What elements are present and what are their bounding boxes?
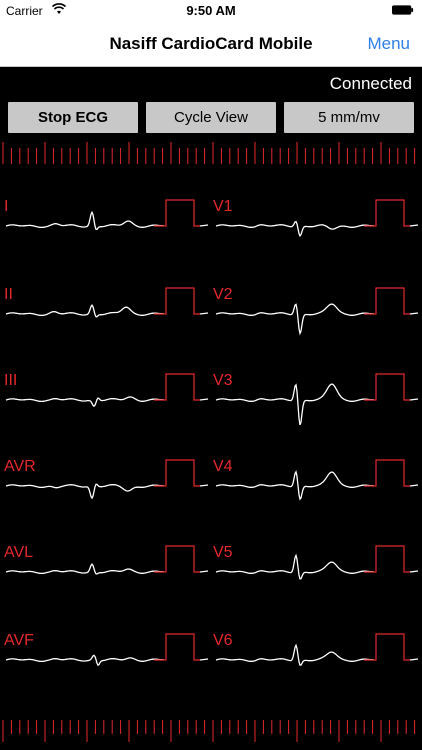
calibration-pulse — [154, 199, 200, 227]
ecg-trace-tail — [409, 570, 419, 573]
calibration-pulse — [154, 633, 200, 661]
ecg-trace-tail — [199, 224, 209, 227]
lead-label-ii: II — [4, 286, 13, 303]
ecg-trace-tail — [199, 312, 209, 315]
ecg-trace-tail — [199, 570, 209, 573]
lead-label-v2: V2 — [213, 286, 233, 303]
ecg-display: I II III AVR AVL AVF V1 V2 V3 V4 V5 V6 — [0, 190, 422, 710]
status-bar: Carrier 9:50 AM — [0, 0, 422, 22]
ecg-traces — [5, 199, 419, 667]
clock: 9:50 AM — [186, 3, 236, 18]
lead-label-v5: V5 — [213, 544, 233, 561]
ecg-trace-tail — [199, 658, 209, 661]
ecg-trace-tail — [409, 398, 419, 401]
stop-ecg-button[interactable]: Stop ECG — [8, 102, 138, 133]
calibration-pulse — [364, 373, 410, 401]
ecg-trace-tail — [409, 224, 419, 227]
calibration-pulse — [364, 633, 410, 661]
lead-label-iii: III — [4, 372, 18, 389]
lead-label-v1: V1 — [213, 198, 233, 215]
ecg-trace — [215, 470, 374, 501]
lead-label-avl: AVL — [4, 544, 34, 561]
ecg-trace-tail — [409, 484, 419, 487]
lead-label-i: I — [4, 198, 9, 215]
ecg-trace — [5, 304, 164, 318]
grid-ruler-bottom — [2, 720, 416, 742]
page-title: Nasiff CardioCard Mobile — [109, 34, 313, 53]
nav-bar: Nasiff CardioCard Mobile Menu — [0, 22, 422, 67]
calibration-pulse — [364, 199, 410, 227]
scale-button[interactable]: 5 mm/mv — [284, 102, 414, 133]
ecg-trace — [215, 303, 374, 336]
ecg-trace — [5, 563, 164, 575]
ecg-trace — [215, 553, 374, 580]
battery-icon — [392, 5, 414, 15]
ecg-trace — [215, 383, 374, 426]
menu-button[interactable]: Menu — [367, 34, 410, 54]
calibration-pulse — [154, 459, 200, 487]
lead-label-avr: AVR — [4, 458, 36, 475]
ecg-trace — [215, 643, 374, 666]
lead-label-v6: V6 — [213, 632, 233, 649]
lead-label-v3: V3 — [213, 372, 233, 389]
calibration-pulse — [364, 545, 410, 573]
lead-label-v4: V4 — [213, 458, 233, 475]
ecg-trace — [5, 396, 164, 408]
cycle-view-button[interactable]: Cycle View — [146, 102, 276, 133]
ecg-trace-tail — [409, 658, 419, 661]
calibration-pulse — [364, 459, 410, 487]
ecg-trace — [5, 210, 164, 231]
ecg-trace-tail — [199, 484, 209, 487]
ecg-trace-tail — [199, 398, 209, 401]
lead-label-avf: AVF — [4, 632, 34, 649]
ecg-trace — [5, 483, 164, 500]
grid-ruler-top — [2, 142, 416, 164]
ecg-trace — [215, 220, 374, 238]
calibration-pulse — [154, 373, 200, 401]
ecg-trace — [5, 654, 164, 667]
connection-status: Connected — [329, 74, 412, 93]
calibration-pulse — [154, 287, 200, 315]
calibration-pulse — [154, 545, 200, 573]
ecg-trace-tail — [409, 312, 419, 315]
calibration-pulse — [364, 287, 410, 315]
